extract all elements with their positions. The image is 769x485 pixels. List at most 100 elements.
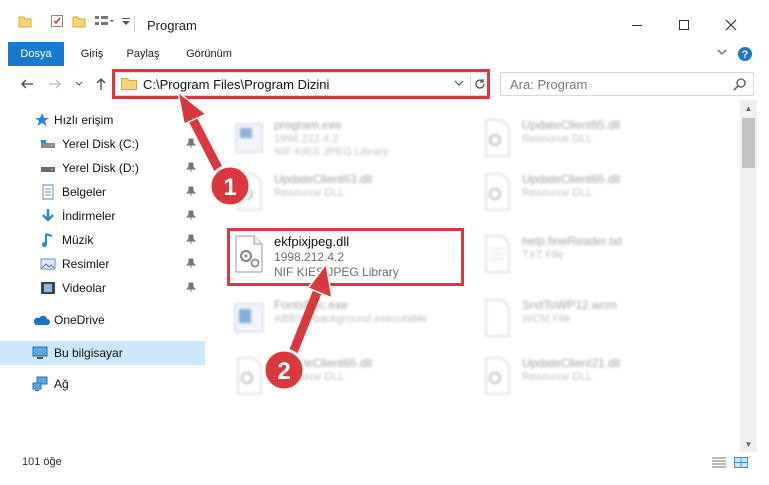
download-icon	[40, 208, 56, 224]
recent-locations-button[interactable]	[70, 75, 88, 93]
pin-icon[interactable]	[185, 210, 197, 223]
up-button[interactable]	[92, 75, 110, 93]
window-title: Program	[147, 18, 197, 33]
search-box[interactable]: Ara: Program	[500, 72, 754, 96]
file-name: UpdateClient21.dll	[522, 356, 621, 370]
sidebar-item-quick-access[interactable]: Hızlı erişim	[0, 108, 205, 132]
file-version: 1998.212.4.2	[274, 133, 339, 145]
sidebar-item-downloads[interactable]: İndirmeler	[0, 204, 205, 228]
navigation-pane: Hızlı erişim Yerel Disk (C:) Yerel Disk …	[0, 100, 210, 445]
file-type: WCM File	[522, 313, 571, 325]
file-type: Resource DLL	[274, 187, 345, 199]
exe-file-icon	[232, 118, 266, 158]
item-count: 101 öğe	[22, 456, 62, 468]
help-icon[interactable]: ?	[737, 46, 753, 65]
sidebar-item-music[interactable]: Müzik	[0, 228, 205, 252]
scrollbar-thumb[interactable]	[742, 118, 755, 168]
details-view-icon[interactable]	[712, 457, 726, 468]
pin-icon[interactable]	[185, 186, 197, 199]
sidebar-item-pictures[interactable]: Resimler	[0, 252, 205, 276]
sidebar-item-local-disk-c[interactable]: Yerel Disk (C:)	[0, 132, 205, 156]
pin-icon[interactable]	[185, 258, 197, 271]
file-type: Resource DLL	[522, 371, 593, 383]
music-icon	[40, 232, 56, 248]
file-item[interactable]: FontsRec.exe ABBYY background executable	[210, 288, 450, 342]
tab-home[interactable]: Giriş	[70, 42, 114, 66]
properties-icon[interactable]	[50, 14, 64, 28]
pin-icon[interactable]	[185, 234, 197, 247]
file-item[interactable]: UpdateClient65.dll Resource DLL	[210, 346, 450, 400]
dll-file-icon	[480, 172, 514, 212]
view-options-icon[interactable]	[94, 14, 114, 28]
file-item[interactable]: help.fineReader.txt TXT File	[458, 224, 698, 278]
file-item[interactable]: UpdateClient63.dll Resource DLL	[210, 162, 450, 216]
dll-file-icon	[480, 118, 514, 158]
sidebar-label: Yerel Disk (D:)	[62, 161, 139, 175]
ribbon-expand-icon[interactable]	[716, 46, 728, 61]
vertical-scrollbar[interactable]: ▲ ▼	[740, 100, 757, 452]
search-icon[interactable]	[733, 77, 747, 94]
cloud-icon	[32, 312, 50, 328]
file-highlight-box	[227, 228, 464, 286]
file-type: Resource DLL	[274, 371, 345, 383]
documents-icon	[40, 184, 56, 200]
forward-button[interactable]	[46, 75, 64, 93]
file-item[interactable]: program.exe 1998.212.4.2 NIF KIES JPEG L…	[210, 108, 450, 162]
tab-share[interactable]: Paylaş	[120, 42, 166, 66]
maximize-icon	[679, 20, 689, 30]
customize-toolbar-icon[interactable]	[121, 14, 135, 28]
sidebar-item-videos[interactable]: Videolar	[0, 276, 205, 300]
drive-icon	[40, 136, 56, 152]
sidebar-item-network[interactable]: Ağ	[0, 372, 205, 396]
minimize-button[interactable]	[614, 10, 660, 40]
sidebar-label: Hızlı erişim	[54, 113, 114, 127]
file-name: help.fineReader.txt	[522, 234, 623, 248]
file-name: program.exe	[274, 118, 342, 132]
pin-icon[interactable]	[185, 138, 197, 151]
file-item[interactable]: SndToWP12.wcm WCM File	[458, 288, 698, 342]
file-item[interactable]: UpdateClient21.dll Resource DLL	[458, 346, 698, 400]
large-icons-view-icon[interactable]	[734, 457, 748, 468]
dll-file-icon	[232, 172, 266, 212]
scroll-down-icon[interactable]: ▼	[740, 436, 757, 452]
ribbon-tabs: Dosya Giriş Paylaş Görünüm ?	[0, 42, 769, 66]
up-arrow-icon	[96, 78, 106, 90]
search-placeholder: Ara: Program	[510, 77, 588, 92]
sidebar-label: Resimler	[62, 257, 110, 271]
sidebar-item-documents[interactable]: Belgeler	[0, 180, 205, 204]
file-name: UpdateClient63.dll	[274, 172, 373, 186]
pin-icon[interactable]	[185, 282, 197, 295]
file-description: ABBYY background executable	[274, 313, 428, 325]
folder-icon	[18, 14, 32, 28]
drive-icon	[40, 160, 56, 176]
file-name: UpdateClient65.dll	[522, 172, 621, 186]
back-arrow-icon	[21, 79, 33, 89]
sidebar-item-local-disk-d[interactable]: Yerel Disk (D:)	[0, 156, 205, 180]
back-button[interactable]	[18, 75, 36, 93]
text-file-icon	[480, 234, 514, 274]
exe-file-icon	[232, 298, 266, 338]
tab-view[interactable]: Görünüm	[175, 42, 243, 66]
new-folder-icon[interactable]	[72, 14, 86, 28]
file-item[interactable]: UpdateClient65.dll Resource DLL	[458, 162, 698, 216]
sidebar-label: Belgeler	[62, 185, 107, 199]
sidebar-item-this-pc[interactable]: Bu bilgisayar	[0, 341, 205, 365]
scroll-up-icon[interactable]: ▲	[740, 100, 757, 116]
generic-file-icon	[480, 298, 514, 338]
file-item[interactable]: UpdateClient65.dll Resource DLL	[458, 108, 698, 162]
network-icon	[32, 376, 48, 392]
file-type: TXT File	[522, 249, 564, 261]
file-name: SndToWP12.wcm	[522, 298, 617, 312]
svg-text:?: ?	[742, 49, 749, 61]
maximize-button[interactable]	[661, 10, 707, 40]
computer-icon	[32, 345, 48, 361]
tab-file[interactable]: Dosya	[8, 42, 64, 66]
title-separator	[134, 16, 135, 32]
status-bar: 101 öğe	[0, 452, 769, 472]
file-name: UpdateClient65.dll	[522, 118, 621, 132]
sidebar-item-onedrive[interactable]: OneDrive	[0, 308, 205, 332]
close-button[interactable]	[708, 10, 754, 40]
sidebar-label: Müzik	[62, 233, 94, 247]
pin-icon[interactable]	[185, 162, 197, 175]
navigation-bar: C:\Program Files\Program Dizini Ara: Pro…	[0, 66, 769, 100]
